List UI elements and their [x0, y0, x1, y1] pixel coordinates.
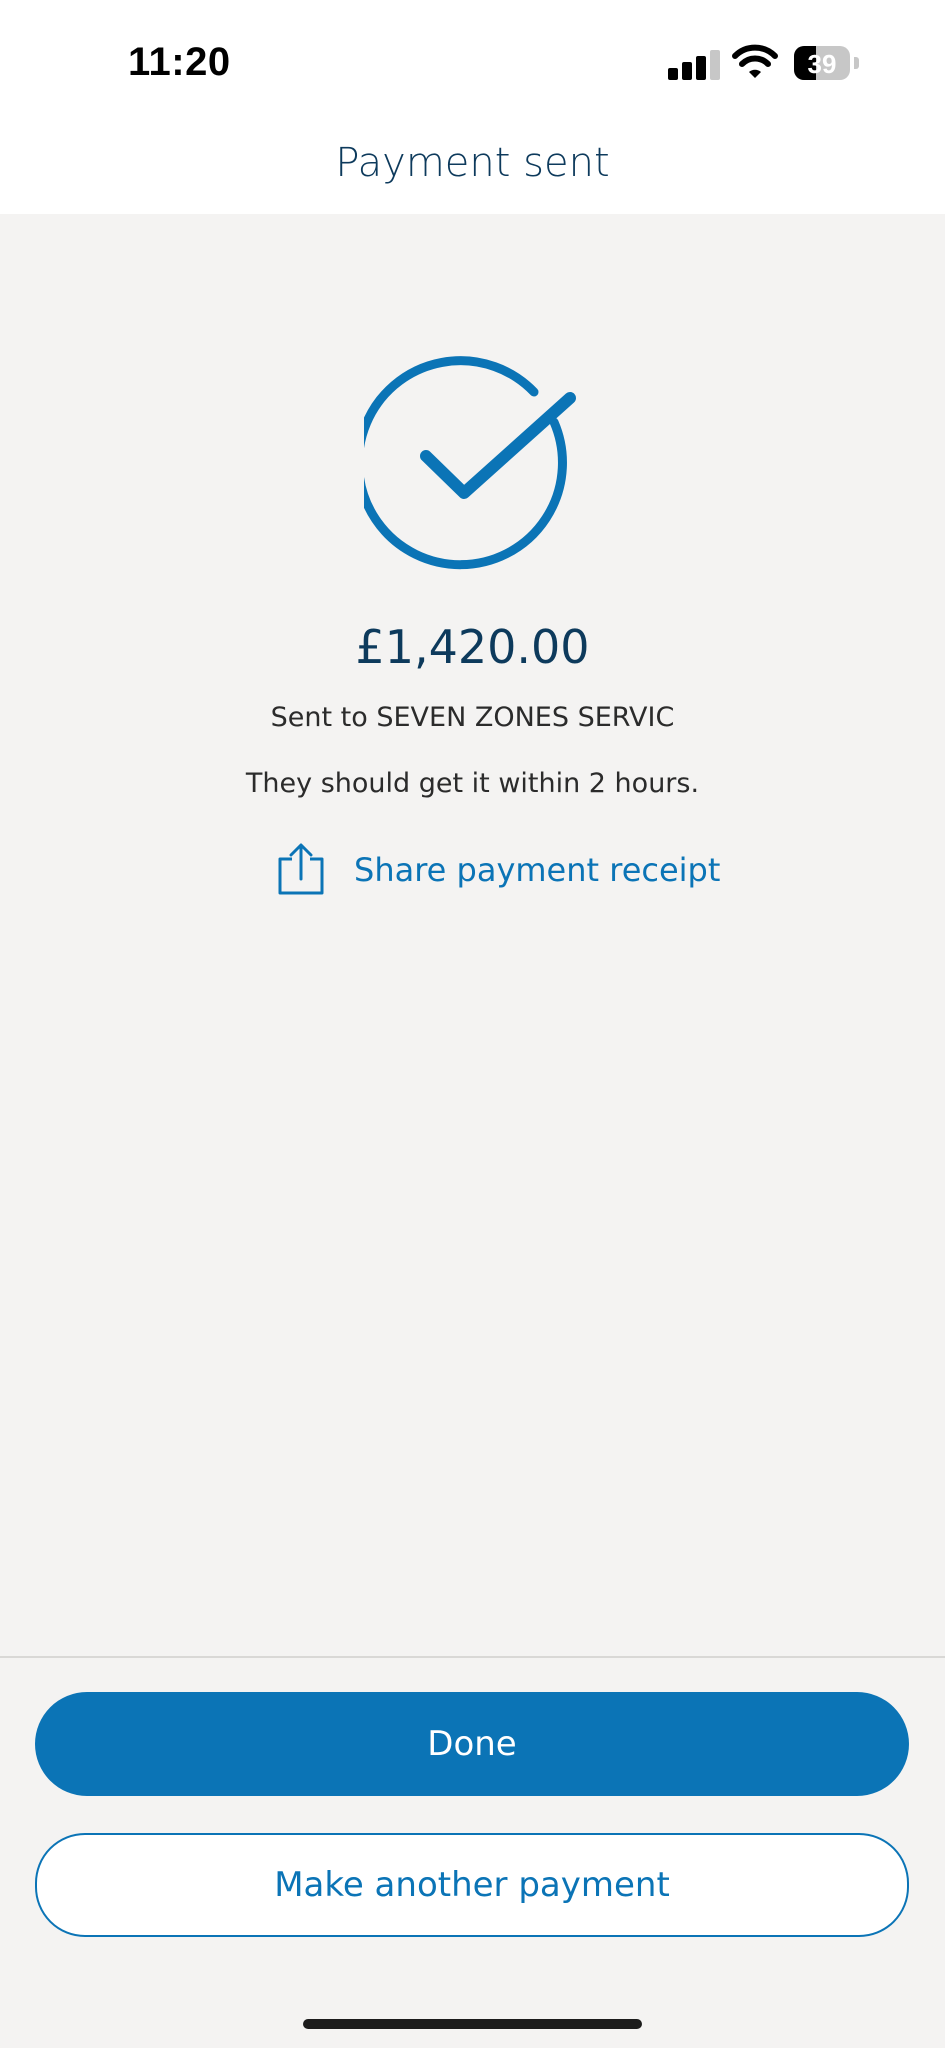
status-time: 11:20	[128, 40, 231, 84]
make-another-payment-button[interactable]: Make another payment	[35, 1833, 909, 1937]
page-title: Payment sent	[335, 140, 610, 186]
share-receipt-label: Share payment receipt	[354, 851, 721, 889]
nav-bar: Payment sent	[0, 120, 945, 214]
footer-divider	[0, 1656, 945, 1658]
battery-cap	[854, 57, 859, 69]
check-circle-icon	[364, 356, 576, 570]
wifi-icon	[732, 44, 778, 78]
status-bar: 11:20 39	[0, 0, 945, 120]
payment-amount: £1,420.00	[355, 620, 590, 674]
recipient-text: Sent to SEVEN ZONES SERVIC	[270, 702, 675, 733]
share-receipt-link[interactable]: Share payment receipt	[276, 842, 720, 898]
eta-text: They should get it within 2 hours.	[245, 768, 700, 799]
done-button[interactable]: Done	[35, 1692, 909, 1796]
share-icon	[278, 843, 324, 895]
battery-icon: 39	[794, 46, 850, 80]
battery-level: 39	[807, 49, 837, 79]
home-indicator[interactable]	[303, 2019, 642, 2029]
